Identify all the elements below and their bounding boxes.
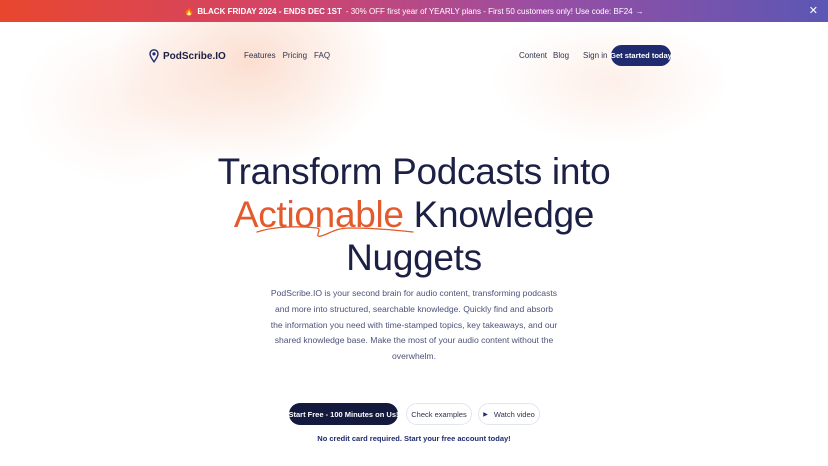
- logo-text: PodScribe.IO: [163, 50, 226, 62]
- start-free-button[interactable]: Start Free - 100 Minutes on Us!: [288, 403, 399, 425]
- arrow-right-icon: →: [635, 6, 644, 16]
- promo-banner[interactable]: 🔥 BLACK FRIDAY 2024 - ENDS DEC 1ST - 30%…: [0, 0, 828, 22]
- nav-link-blog[interactable]: Blog: [553, 51, 569, 60]
- promo-highlight: BLACK FRIDAY 2024 - ENDS DEC 1ST: [197, 6, 342, 16]
- nav-right-links: Content Blog Sign in: [519, 51, 608, 60]
- promo-text: - 30% OFF first year of YEARLY plans - F…: [345, 6, 633, 16]
- hero-actions: Start Free - 100 Minutes on Us! Check ex…: [0, 403, 828, 425]
- sign-in-link[interactable]: Sign in: [583, 51, 607, 60]
- watch-video-button[interactable]: ▶ Watch video: [478, 403, 540, 425]
- hero-title-line1: Transform Podcasts into: [217, 151, 611, 192]
- logo[interactable]: PodScribe.IO: [149, 49, 226, 63]
- fire-icon: 🔥: [184, 6, 195, 16]
- watch-video-label: Watch video: [493, 409, 535, 419]
- hero-title: Transform Podcasts into Actionable Knowl…: [0, 150, 828, 279]
- microphone-pin-icon: [149, 49, 159, 63]
- nav-link-features[interactable]: Features: [244, 51, 276, 60]
- underline-scribble: [256, 226, 414, 237]
- hero-description: PodScribe.IO is your second brain for au…: [270, 288, 558, 362]
- no-credit-card-note: No credit card required. Start your free…: [317, 434, 511, 443]
- close-icon[interactable]: ✕: [809, 4, 818, 18]
- nav-link-pricing[interactable]: Pricing: [283, 51, 307, 60]
- play-icon: ▶: [483, 411, 488, 418]
- top-nav: PodScribe.IO Features Pricing FAQ Conten…: [0, 42, 828, 70]
- nav-link-faq[interactable]: FAQ: [314, 51, 330, 60]
- nav-link-content[interactable]: Content: [519, 51, 547, 60]
- nav-left-links: Features Pricing FAQ: [244, 51, 330, 60]
- check-examples-button[interactable]: Check examples: [406, 403, 472, 425]
- get-started-button[interactable]: Get started today: [610, 45, 672, 66]
- hero-title-line3: Nuggets: [346, 237, 482, 278]
- hero-title-line2: Knowledge: [403, 194, 595, 235]
